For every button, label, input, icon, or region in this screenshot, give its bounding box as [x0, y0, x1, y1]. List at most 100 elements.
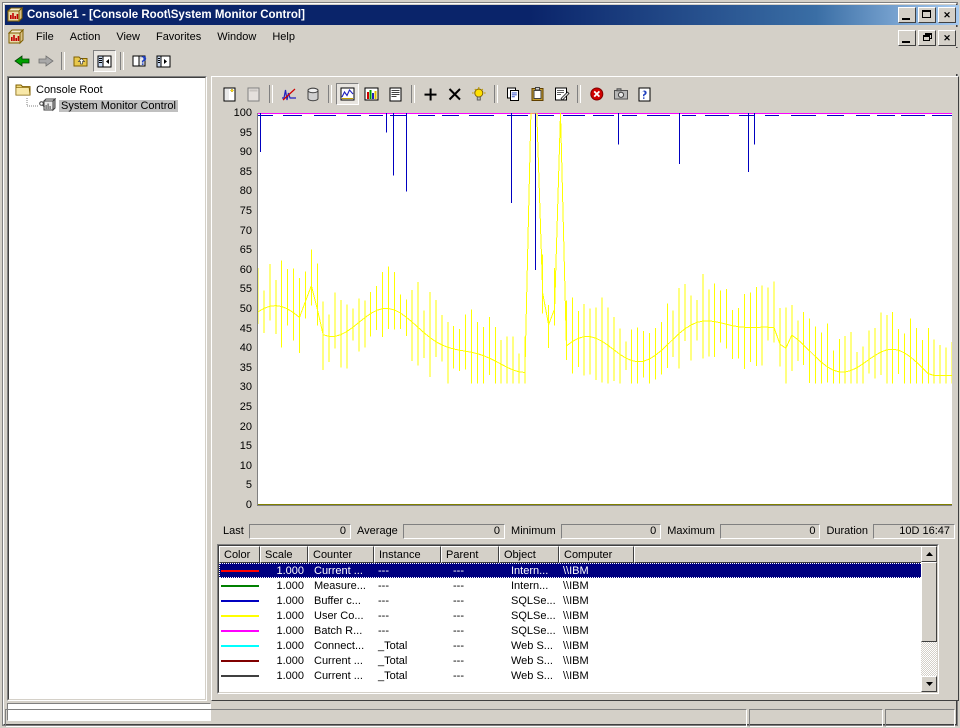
legend-row[interactable]: 1.000 Current ... _Total --- Web S... \\IBM: [219, 668, 937, 683]
toolbar-separator-5: [411, 85, 415, 103]
toolbar-separator-4: [328, 85, 332, 103]
legend-scrollbar[interactable]: [921, 546, 937, 692]
legend-row[interactable]: 1.000 Measure... --- --- Intern... \\IBM: [219, 578, 937, 593]
show-hide-console-tree-icon[interactable]: [93, 50, 116, 72]
view-histogram-icon[interactable]: [360, 83, 383, 105]
legend-row[interactable]: 1.000 Current ... --- --- Intern... \\IBM: [219, 563, 937, 578]
export-list-icon[interactable]: [152, 50, 175, 72]
help-icon[interactable]: [633, 83, 656, 105]
clear-display-icon[interactable]: [242, 83, 265, 105]
console-tree[interactable]: Console Root System Monitor Control: [8, 77, 206, 700]
legend-counter: Buffer c...: [314, 594, 361, 607]
legend-parent: ---: [453, 669, 464, 682]
counter-color-line: [220, 614, 259, 617]
legend-row[interactable]: 1.000 Current ... _Total --- Web S... \\IBM: [219, 653, 937, 668]
menu-help[interactable]: Help: [264, 29, 303, 45]
scrollbar-thumb[interactable]: [921, 562, 937, 642]
mdi-restore-button[interactable]: [918, 30, 936, 46]
y-axis: 100 95 90 85 80 75 70 65 60 55 50 45 40 35 30 25 20 15 10 5…: [217, 108, 255, 511]
legend-scale: 1.000: [276, 564, 304, 577]
legend-color-swatch: [219, 668, 260, 683]
folder-icon: [15, 83, 31, 97]
y-axis-tick: 30: [239, 381, 252, 394]
legend-object: Web S...: [511, 654, 553, 667]
mdi-minimize-button[interactable]: [898, 30, 916, 46]
minimize-button[interactable]: [898, 7, 916, 23]
new-counter-set-icon[interactable]: [218, 83, 241, 105]
legend-parent: ---: [453, 654, 464, 667]
maximize-button[interactable]: [918, 7, 936, 23]
legend-instance: _Total: [378, 639, 408, 652]
tree-node-system-monitor-control[interactable]: System Monitor Control: [9, 98, 205, 114]
view-report-icon[interactable]: [384, 83, 407, 105]
up-one-level-icon[interactable]: [69, 50, 92, 72]
minimum-label: Minimum: [511, 525, 556, 537]
menu-file[interactable]: File: [28, 29, 62, 45]
legend-scale: 1.000: [276, 639, 304, 652]
y-axis-tick: 5: [245, 479, 252, 492]
paste-counter-list-icon[interactable]: [526, 83, 549, 105]
title-bar[interactable]: Console1 - [Console Root\System Monitor …: [5, 5, 959, 25]
legend-column-color[interactable]: Color: [219, 546, 260, 563]
legend-column-parent[interactable]: Parent: [441, 546, 499, 563]
close-button[interactable]: ✕: [938, 7, 956, 23]
toolbar-separator-3: [269, 85, 273, 103]
legend-row[interactable]: 1.000 Batch R... --- --- SQLSe... \\IBM: [219, 623, 937, 638]
freeze-display-icon[interactable]: [585, 83, 608, 105]
scroll-up-button[interactable]: [921, 546, 937, 562]
legend-column-filler: [634, 546, 937, 563]
legend-object: Intern...: [511, 564, 549, 577]
delete-counter-icon[interactable]: [443, 83, 466, 105]
copy-properties-icon[interactable]: [502, 83, 525, 105]
back-arrow-icon[interactable]: [10, 50, 33, 72]
legend-color-swatch: [219, 638, 260, 653]
legend-column-counter[interactable]: Counter: [308, 546, 374, 563]
mdi-close-button[interactable]: ✕: [938, 30, 956, 46]
legend-column-scale[interactable]: Scale: [260, 546, 308, 563]
tree-node-console-root[interactable]: Console Root: [9, 82, 205, 98]
legend-scale: 1.000: [276, 579, 304, 592]
legend-parent: ---: [453, 594, 464, 607]
toolbar-separator-6: [494, 85, 498, 103]
legend-instance: ---: [378, 594, 389, 607]
legend-color-swatch: [219, 623, 260, 638]
counter-color-line: [220, 599, 259, 602]
average-value: 0: [402, 523, 506, 539]
y-axis-tick: 35: [239, 361, 252, 374]
legend-row[interactable]: 1.000 User Co... --- --- SQLSe... \\IBM: [219, 608, 937, 623]
legend-row[interactable]: 1.000 Buffer c... --- --- SQLSe... \\IBM: [219, 593, 937, 608]
legend-column-instance[interactable]: Instance: [374, 546, 441, 563]
scroll-down-button[interactable]: [921, 676, 937, 692]
legend-column-computer[interactable]: Computer: [559, 546, 634, 563]
menu-view[interactable]: View: [108, 29, 148, 45]
forward-arrow-icon[interactable]: [34, 50, 57, 72]
legend-counter: Current ...: [314, 564, 363, 577]
legend-body[interactable]: 1.000 Current ... --- --- Intern... \\IBM 1.00…: [219, 563, 937, 683]
update-data-icon[interactable]: [609, 83, 632, 105]
highlight-icon[interactable]: [467, 83, 490, 105]
last-value: 0: [248, 523, 352, 539]
y-axis-tick: 70: [239, 224, 252, 237]
legend-color-swatch: [219, 608, 260, 623]
menu-window[interactable]: Window: [209, 29, 264, 45]
legend-parent: ---: [453, 609, 464, 622]
legend-color-swatch: [219, 563, 260, 578]
help-book-icon[interactable]: [128, 50, 151, 72]
view-current-activity-icon[interactable]: [277, 83, 300, 105]
legend-column-object[interactable]: Object: [499, 546, 559, 563]
y-axis-tick: 85: [239, 165, 252, 178]
duration-label: Duration: [826, 525, 869, 537]
view-graph-icon[interactable]: [336, 83, 359, 105]
counter-color-line: [220, 644, 259, 647]
legend-header: Color Scale Counter Instance Parent Object Com…: [219, 546, 937, 563]
plot-area[interactable]: [257, 113, 952, 506]
view-log-data-icon[interactable]: [301, 83, 324, 105]
y-axis-tick: 0: [245, 499, 252, 511]
menu-action[interactable]: Action: [62, 29, 109, 45]
legend-counter: User Co...: [314, 609, 364, 622]
add-counter-icon[interactable]: [419, 83, 442, 105]
close-icon: ✕: [943, 9, 951, 20]
properties-icon[interactable]: [550, 83, 573, 105]
legend-row[interactable]: 1.000 Connect... _Total --- Web S... \\IBM: [219, 638, 937, 653]
menu-favorites[interactable]: Favorites: [148, 29, 209, 45]
